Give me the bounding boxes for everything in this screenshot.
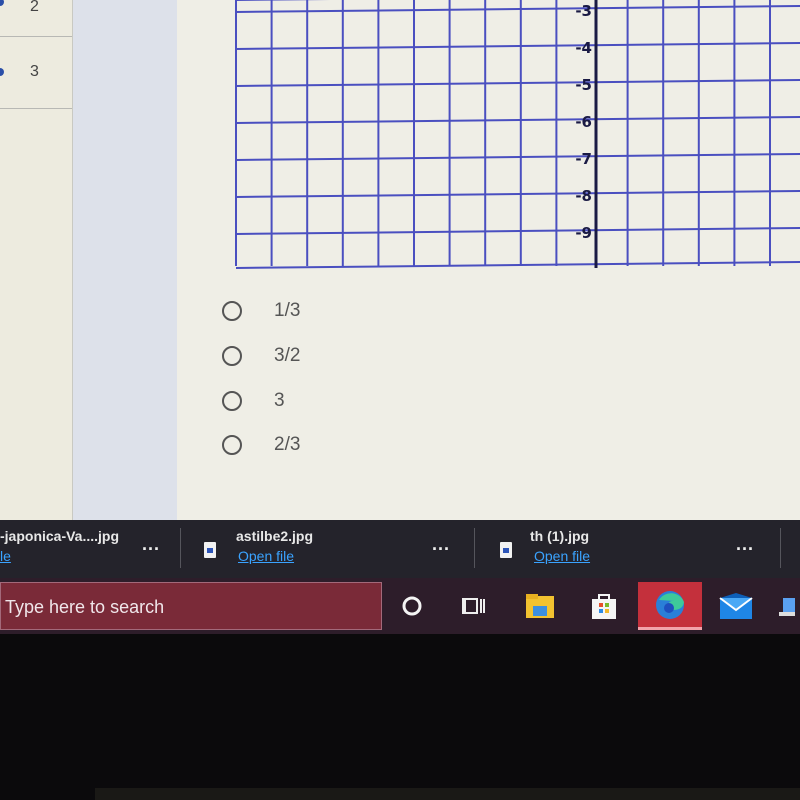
radio-button[interactable] (222, 301, 242, 321)
y-axis-tick-label: -4 (575, 39, 592, 57)
radio-button[interactable] (222, 346, 242, 366)
grid-line-horizontal (235, 153, 800, 161)
cortana-button[interactable] (382, 582, 442, 630)
choice-label: 1/3 (274, 300, 301, 321)
cortana-icon (402, 596, 422, 616)
download-filename: -japonica-Va....jpg (0, 528, 120, 544)
file-explorer-button[interactable] (510, 582, 570, 630)
answer-choice[interactable]: 1/3 (222, 298, 300, 324)
edge-icon (656, 590, 684, 619)
divider (780, 528, 781, 568)
download-filename: th (1).jpg (530, 528, 590, 544)
file-explorer-icon (526, 594, 554, 618)
y-axis-tick-label: -5 (575, 76, 592, 94)
task-view-button[interactable] (444, 582, 504, 630)
app-icon (779, 598, 795, 616)
grid-line-horizontal (235, 79, 800, 87)
taskbar-search-box[interactable]: Type here to search (0, 582, 382, 630)
download-filename: astilbe2.jpg (236, 528, 314, 544)
choice-label: 3 (274, 390, 285, 411)
choice-label: 3/2 (274, 345, 301, 366)
mail-button[interactable] (706, 582, 766, 630)
more-options-button[interactable]: ... (142, 534, 160, 555)
divider (474, 528, 475, 568)
grid-line-horizontal (235, 5, 800, 13)
answer-choice[interactable]: 3/2 (222, 343, 300, 369)
edge-button[interactable] (638, 582, 702, 630)
task-view-icon (462, 598, 485, 614)
y-axis-tick-label: -8 (575, 187, 592, 205)
open-file-link[interactable]: Open file (534, 548, 590, 564)
taskbar: Type here to search (0, 578, 800, 634)
more-options-button[interactable]: ... (736, 534, 754, 555)
download-item[interactable]: astilbe2.jpg Open file (200, 526, 470, 572)
download-item[interactable]: -japonica-Va....jpg le (0, 526, 140, 572)
grid-line-horizontal (235, 261, 800, 269)
open-file-link[interactable]: le (0, 548, 11, 564)
screen: 2 3 -3 -4 -5 -6 -7 -8 -9 1/3 3/2 3 2/3 (0, 0, 800, 520)
y-axis-tick-label: -6 (575, 113, 592, 131)
image-file-icon (500, 542, 512, 558)
y-axis-tick-label: -9 (575, 224, 592, 242)
radio-button[interactable] (222, 435, 242, 455)
store-button[interactable] (574, 582, 634, 630)
mail-icon (719, 593, 753, 619)
coordinate-grid (235, 0, 800, 269)
y-axis-tick-label: -7 (575, 150, 592, 168)
download-item[interactable]: th (1).jpg Open file (496, 526, 736, 572)
divider (180, 528, 181, 568)
grid-line-horizontal (235, 227, 800, 235)
store-icon (592, 594, 616, 619)
choice-label: 2/3 (274, 434, 301, 455)
grid-line-horizontal (235, 190, 800, 198)
grid-line-horizontal (235, 116, 800, 124)
grid-line-horizontal (235, 42, 800, 50)
monitor-bezel (0, 634, 800, 800)
image-file-icon (204, 542, 216, 558)
monitor-stand-edge (95, 788, 800, 800)
search-placeholder: Type here to search (5, 597, 165, 617)
answer-choice[interactable]: 3 (222, 388, 285, 414)
radio-button[interactable] (222, 391, 242, 411)
open-file-link[interactable]: Open file (238, 548, 294, 564)
y-axis-tick-label: -3 (575, 2, 592, 20)
pinned-app-button[interactable] (770, 582, 800, 630)
more-options-button[interactable]: ... (432, 534, 450, 555)
answer-choice[interactable]: 2/3 (222, 432, 300, 458)
downloads-bar: -japonica-Va....jpg le ... astilbe2.jpg … (0, 520, 800, 578)
